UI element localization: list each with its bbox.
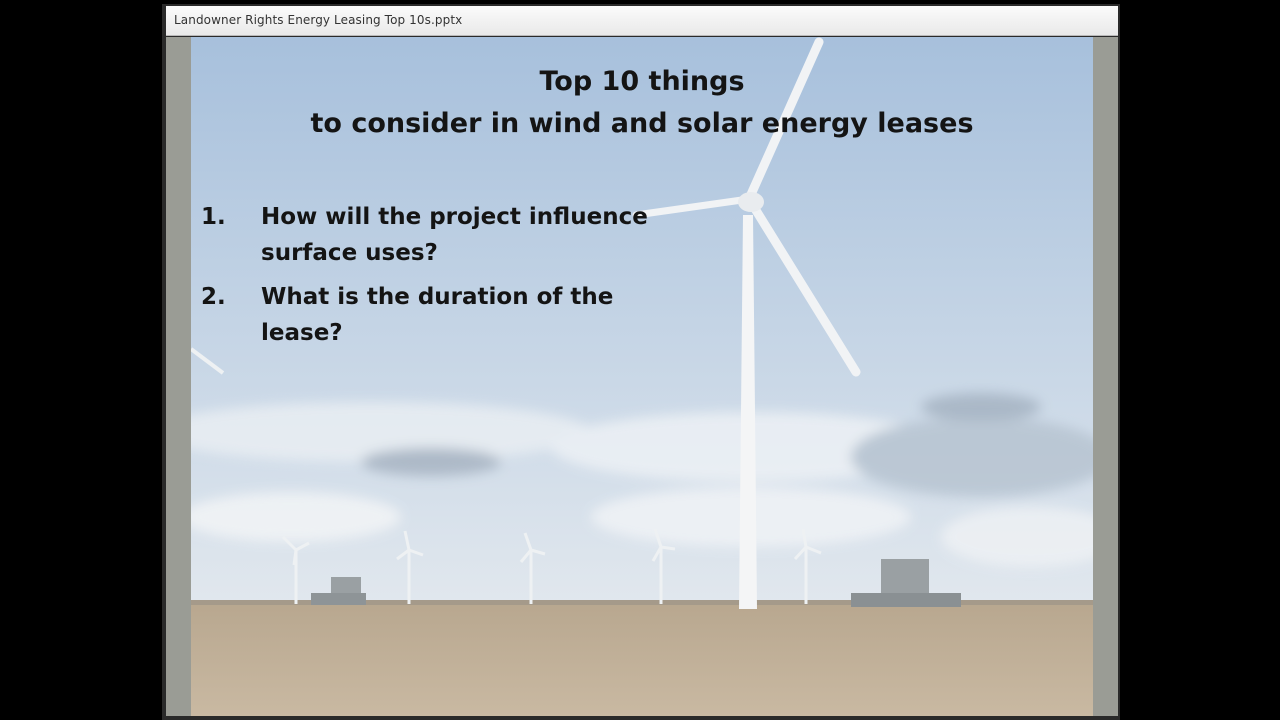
slide-stage: Top 10 things to consider in wind and so… [166, 37, 1118, 716]
slide-title-line-1: Top 10 things [539, 66, 745, 97]
slide-title: Top 10 things to consider in wind and so… [191, 61, 1093, 145]
slide-title-line-2: to consider in wind and solar energy lea… [310, 108, 974, 139]
list-item-text: How will the project influence surface u… [261, 204, 648, 266]
title-bar[interactable]: Landowner Rights Energy Leasing Top 10s.… [166, 6, 1118, 36]
list-item-text: What is the duration of the lease? [261, 284, 614, 346]
list-item-number: 2. [201, 284, 226, 310]
slide[interactable]: Top 10 things to consider in wind and so… [191, 37, 1093, 716]
presentation-window: Landowner Rights Energy Leasing Top 10s.… [162, 4, 1120, 720]
list-item-number: 1. [201, 204, 226, 230]
window-title: Landowner Rights Energy Leasing Top 10s.… [174, 13, 463, 27]
